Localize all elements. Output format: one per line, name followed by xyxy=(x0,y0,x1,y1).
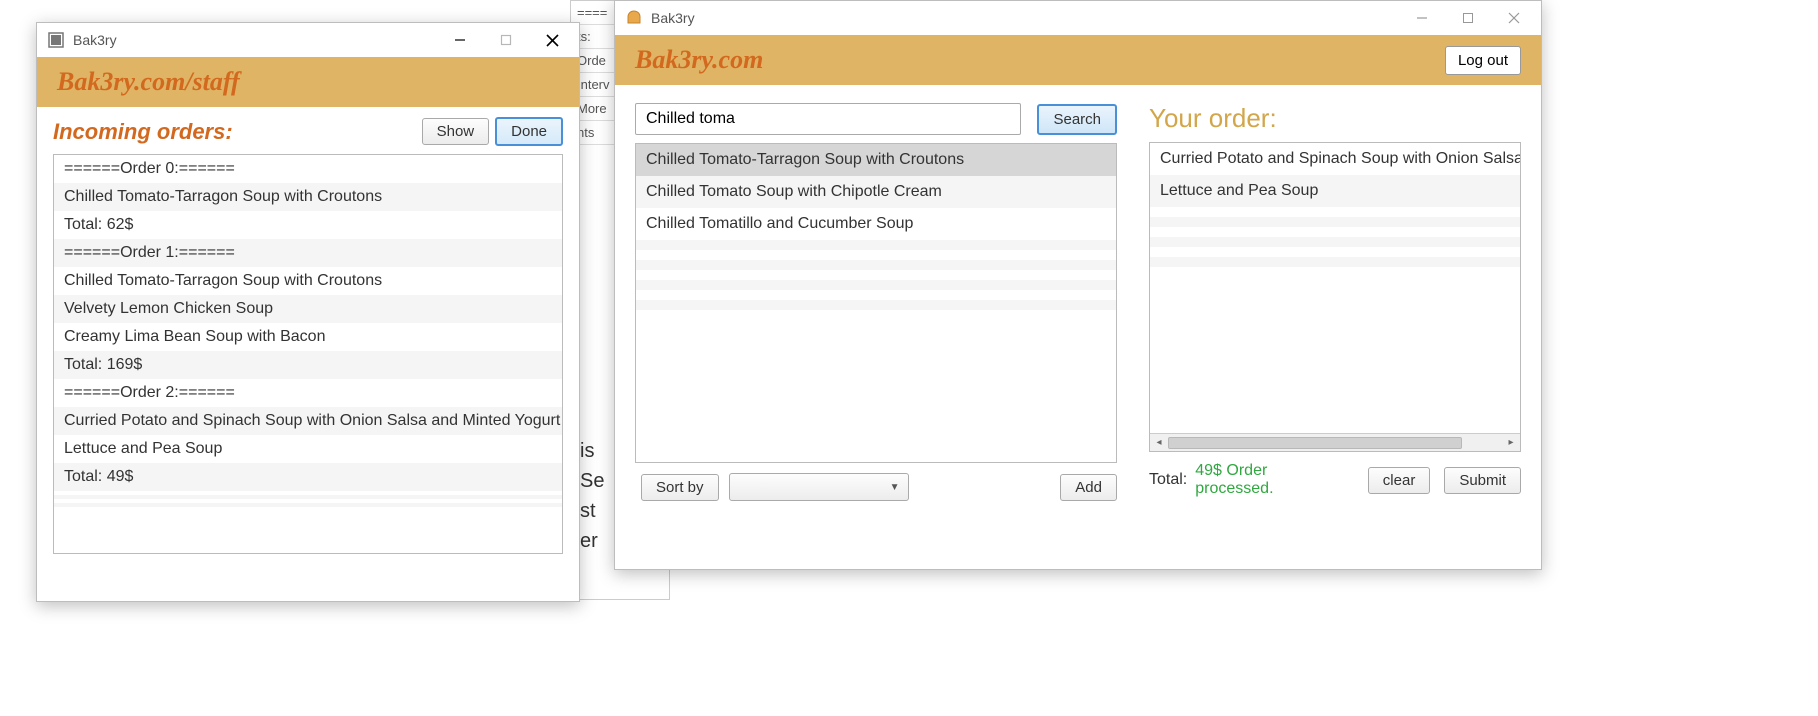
order-line[interactable]: Velvety Lemon Chicken Soup xyxy=(54,295,562,323)
show-button[interactable]: Show xyxy=(422,118,490,145)
app-icon xyxy=(47,31,65,49)
search-result-row xyxy=(636,270,1116,280)
search-result-row xyxy=(636,300,1116,310)
order-item-row xyxy=(1150,267,1520,277)
staff-brand-text: Bak3ry.com/staff xyxy=(57,67,240,97)
search-result-row xyxy=(636,290,1116,300)
maximize-button[interactable] xyxy=(483,24,529,56)
search-result-row xyxy=(636,250,1116,260)
logout-button[interactable]: Log out xyxy=(1445,46,1521,75)
submit-button[interactable]: Submit xyxy=(1444,467,1521,494)
close-button[interactable] xyxy=(1491,2,1537,34)
order-line[interactable]: Chilled Tomato-Tarragon Soup with Crouto… xyxy=(54,183,562,211)
order-line[interactable]: Chilled Tomato-Tarragon Soup with Crouto… xyxy=(54,267,562,295)
customer-titlebar[interactable]: Bak3ry xyxy=(615,1,1541,35)
incoming-orders-heading: Incoming orders: xyxy=(53,119,416,145)
customer-brand-text: Bak3ry.com xyxy=(635,45,763,75)
order-line xyxy=(54,503,562,507)
customer-window: Bak3ry Bak3ry.com Log out Search Chilled… xyxy=(614,0,1542,570)
order-item-row xyxy=(1150,217,1520,227)
maximize-button[interactable] xyxy=(1445,2,1491,34)
minimize-button[interactable] xyxy=(437,24,483,56)
search-result-row[interactable]: Chilled Tomato-Tarragon Soup with Crouto… xyxy=(636,144,1116,176)
search-result-row[interactable]: Chilled Tomatillo and Cucumber Soup xyxy=(636,208,1116,240)
background-text: er xyxy=(580,530,598,553)
horizontal-scrollbar[interactable]: ◂ ▸ xyxy=(1150,433,1520,451)
sort-by-dropdown[interactable]: ▼ xyxy=(729,473,909,501)
order-line[interactable]: Total: 169$ xyxy=(54,351,562,379)
customer-brand-bar: Bak3ry.com Log out xyxy=(615,35,1541,85)
order-line[interactable]: Curried Potato and Spinach Soup with Oni… xyxy=(54,407,562,435)
search-result-row xyxy=(636,280,1116,290)
background-text: Se xyxy=(580,470,604,493)
your-order-list[interactable]: Curried Potato and Spinach Soup with Oni… xyxy=(1149,142,1521,452)
done-button[interactable]: Done xyxy=(495,117,563,146)
minimize-button[interactable] xyxy=(1399,2,1445,34)
staff-titlebar[interactable]: Bak3ry xyxy=(37,23,579,57)
search-result-row[interactable]: Chilled Tomato Soup with Chipotle Cream xyxy=(636,176,1116,208)
clear-button[interactable]: clear xyxy=(1368,467,1431,494)
search-result-row xyxy=(636,260,1116,270)
order-line[interactable]: ======Order 1:====== xyxy=(54,239,562,267)
your-order-heading: Your order: xyxy=(1149,103,1521,134)
order-line[interactable]: Total: 62$ xyxy=(54,211,562,239)
orders-list[interactable]: ======Order 0:======Chilled Tomato-Tarra… xyxy=(53,154,563,554)
order-line[interactable]: ======Order 0:====== xyxy=(54,155,562,183)
add-button[interactable]: Add xyxy=(1060,474,1117,501)
staff-brand-bar: Bak3ry.com/staff xyxy=(37,57,579,107)
order-line[interactable]: ======Order 2:====== xyxy=(54,379,562,407)
order-item-row xyxy=(1150,227,1520,237)
scroll-right-arrow-icon[interactable]: ▸ xyxy=(1502,437,1520,448)
order-item-row xyxy=(1150,207,1520,217)
order-item-row xyxy=(1150,237,1520,247)
order-item-row[interactable]: Lettuce and Pea Soup xyxy=(1150,175,1520,207)
close-button[interactable] xyxy=(529,24,575,56)
search-input[interactable] xyxy=(635,103,1021,135)
total-value: 49$ Order processed. xyxy=(1195,462,1346,498)
total-label: Total: xyxy=(1149,471,1187,489)
sort-by-button[interactable]: Sort by xyxy=(641,474,719,501)
search-result-row xyxy=(636,240,1116,250)
search-results-list[interactable]: Chilled Tomato-Tarragon Soup with Crouto… xyxy=(635,143,1117,463)
customer-window-title: Bak3ry xyxy=(651,10,1399,26)
order-item-row xyxy=(1150,257,1520,267)
scroll-left-arrow-icon[interactable]: ◂ xyxy=(1150,437,1168,448)
background-text: st xyxy=(580,500,596,523)
order-line[interactable]: Lettuce and Pea Soup xyxy=(54,435,562,463)
chevron-down-icon: ▼ xyxy=(890,482,900,493)
staff-window-title: Bak3ry xyxy=(73,32,437,48)
order-line[interactable]: Total: 49$ xyxy=(54,463,562,491)
order-item-row[interactable]: Curried Potato and Spinach Soup with Oni… xyxy=(1150,143,1520,175)
staff-window: Bak3ry Bak3ry.com/staff Incoming orders:… xyxy=(36,22,580,602)
app-icon xyxy=(625,9,643,27)
background-text: is xyxy=(580,440,594,463)
search-button[interactable]: Search xyxy=(1037,104,1117,135)
order-line[interactable]: Creamy Lima Bean Soup with Bacon xyxy=(54,323,562,351)
order-item-row xyxy=(1150,247,1520,257)
